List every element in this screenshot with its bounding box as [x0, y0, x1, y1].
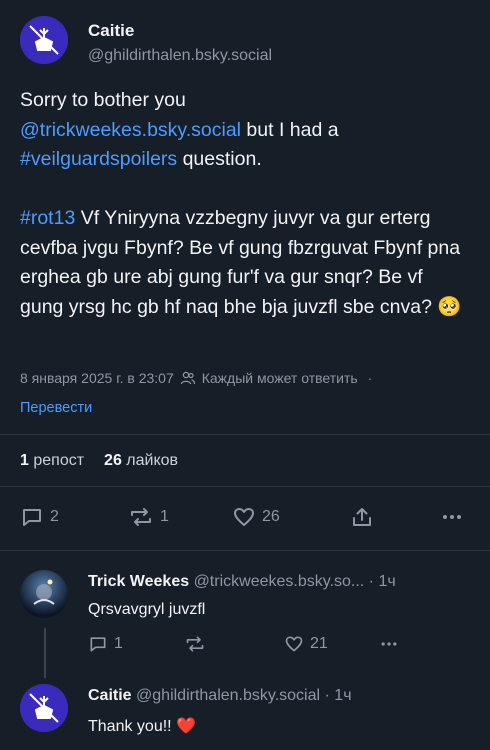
heart-icon	[285, 636, 303, 652]
thread-line	[44, 628, 46, 678]
reply-setting[interactable]: Каждый может ответить	[202, 370, 358, 386]
repost-icon	[131, 508, 151, 526]
hashtag-link[interactable]: #veilguardspoilers	[20, 148, 177, 170]
post-text-part: Sorry to bother you	[20, 89, 186, 111]
likes-label: лайков	[126, 452, 179, 469]
author-avatar[interactable]	[20, 16, 68, 64]
post-text-part: question.	[177, 148, 262, 170]
reply-count: 2	[50, 508, 59, 525]
mention-link[interactable]: @trickweekes.bsky.social	[20, 119, 241, 141]
heart-icon	[234, 508, 254, 526]
like-button[interactable]: 26	[232, 505, 280, 529]
like-count: 21	[310, 635, 328, 652]
more-options-button[interactable]	[440, 505, 464, 529]
translate-link[interactable]: Перевести	[20, 400, 92, 416]
share-button[interactable]	[350, 505, 374, 529]
post-text: Sorry to bother you @trickweekes.bsky.so…	[20, 86, 470, 322]
people-icon	[180, 371, 195, 385]
post-meta: 8 января 2025 г. в 23:07 Каждый может от…	[20, 370, 372, 386]
reply-author-handle[interactable]: @trickweekes.bsky.so...	[194, 573, 365, 590]
likes-count: 26	[104, 452, 122, 469]
like-count: 26	[262, 508, 280, 525]
reply-header: Caitie @ghildirthalen.bsky.social · 1ч	[88, 687, 352, 705]
reply-time: · 1ч	[324, 687, 352, 704]
author-name[interactable]: Caitie	[88, 21, 134, 41]
divider	[0, 486, 490, 487]
share-icon	[353, 508, 371, 526]
like-button[interactable]: 21	[284, 634, 328, 654]
reply-icon	[23, 509, 41, 526]
post-text-part: but I had a	[241, 118, 339, 141]
repost-count: 1	[160, 508, 169, 525]
more-dots-icon	[381, 642, 397, 646]
divider	[0, 434, 490, 435]
reply-text-content: Thank you!!	[88, 718, 172, 735]
reposts-label: репост	[33, 452, 85, 469]
reply-button[interactable]: 2	[20, 505, 59, 529]
reply-avatar[interactable]	[20, 570, 68, 618]
reply-time: · 1ч	[368, 573, 396, 590]
reply-icon	[90, 637, 106, 652]
reposts-stat[interactable]: 1 репост	[20, 452, 84, 470]
reply-author-name[interactable]: Trick Weekes	[88, 573, 189, 590]
reply-count: 1	[114, 635, 123, 652]
reply-text: Thank you!! ❤️	[88, 716, 196, 736]
reply-text: Qrsvavgryl juvzfl	[88, 601, 206, 618]
likes-stat[interactable]: 26 лайков	[104, 452, 178, 470]
more-options-button[interactable]	[378, 634, 400, 654]
reply-button[interactable]: 1	[88, 634, 123, 654]
reply-author-name[interactable]: Caitie	[88, 687, 132, 704]
repost-icon	[186, 636, 204, 652]
anglerfish-avatar-icon	[20, 570, 68, 618]
post-text-part: Vf Yniryyna vzzbegny juvyr va gur erterg…	[20, 207, 462, 318]
deer-logo-icon	[20, 16, 68, 64]
author-handle[interactable]: @ghildirthalen.bsky.social	[88, 47, 272, 65]
reply-avatar[interactable]	[20, 684, 68, 732]
timestamp: 8 января 2025 г. в 23:07	[20, 370, 174, 386]
reposts-count: 1	[20, 452, 29, 469]
separator-dot: ·	[367, 370, 373, 386]
heart-emoji: ❤️	[176, 718, 196, 735]
hashtag-link[interactable]: #rot13	[20, 207, 75, 229]
more-dots-icon	[443, 515, 461, 519]
post-stats: 1 репост 26 лайков	[20, 452, 178, 470]
divider	[0, 550, 490, 551]
reply-author-handle[interactable]: @ghildirthalen.bsky.social	[136, 687, 320, 704]
repost-button[interactable]: 1	[128, 505, 169, 529]
reply-header: Trick Weekes @trickweekes.bsky.so... · 1…	[88, 573, 396, 591]
repost-button[interactable]	[184, 634, 206, 654]
deer-logo-icon	[20, 684, 68, 732]
